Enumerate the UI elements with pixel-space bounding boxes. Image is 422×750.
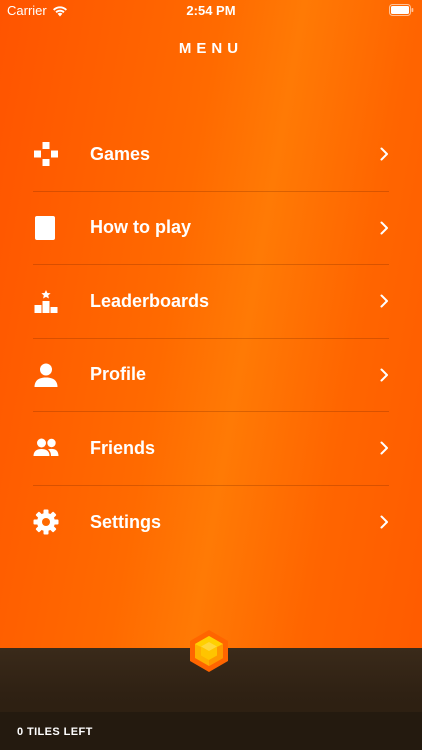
friends-icon [33,435,59,461]
menu-item-label: Games [90,143,151,164]
tiles-left-label: 0 TILES LEFT [17,726,93,738]
podium-icon [33,288,59,314]
menu-item-friends[interactable]: Friends [33,412,389,486]
chevron-right-icon [380,147,388,161]
hexagon-tile-icon[interactable] [187,629,231,673]
menu-item-profile[interactable]: Profile [33,339,389,412]
menu-item-leaderboards[interactable]: Leaderboards [33,265,389,339]
chevron-right-icon [380,294,388,308]
menu-item-label: Leaderboards [90,290,210,311]
chevron-right-icon [380,515,388,529]
menu-item-label: Friends [90,437,156,458]
gamepad-icon [33,141,59,167]
chevron-right-icon [380,221,388,235]
gear-icon [33,509,59,535]
book-icon [33,215,59,241]
menu-item-games[interactable]: Games [33,118,389,192]
battery-icon [389,4,414,16]
menu-list: Games How to play Leaderboards Profile F… [33,118,389,559]
status-time: 2:54 PM [186,3,236,18]
menu-item-label: How to play [90,217,192,238]
menu-item-label: Settings [90,511,162,532]
status-bar: Carrier 2:54 PM [0,0,422,22]
menu-item-settings[interactable]: Settings [33,486,389,560]
chevron-right-icon [380,368,388,382]
page-title: MENU [178,40,244,57]
menu-item-how-to-play[interactable]: How to play [33,192,389,265]
person-icon [33,362,59,388]
chevron-right-icon [380,441,388,455]
menu-item-label: Profile [90,364,147,385]
menu-screen: Carrier 2:54 PM MENU Games How to play L… [0,0,422,750]
